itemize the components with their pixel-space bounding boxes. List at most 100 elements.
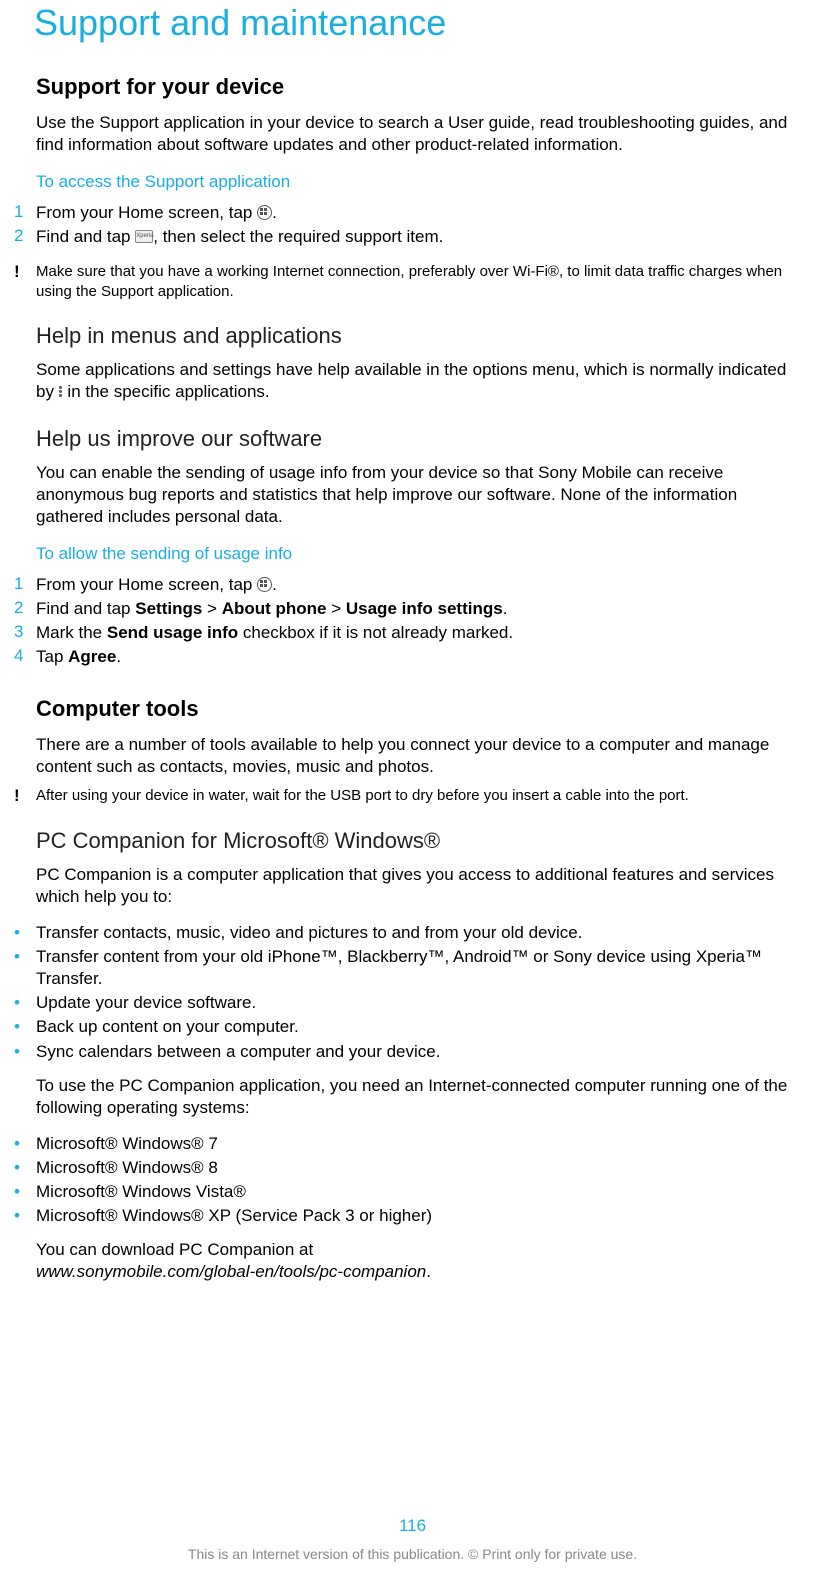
bullet-text: Microsoft® Windows® 7 xyxy=(36,1133,218,1155)
download-url: www.sonymobile.com/global-en/tools/pc-co… xyxy=(36,1262,426,1281)
footer: 116 This is an Internet version of this … xyxy=(0,1516,825,1562)
bullet-text: Sync calendars between a computer and yo… xyxy=(36,1041,440,1063)
bold-label: Send usage info xyxy=(107,623,238,642)
step-number: 2 xyxy=(14,598,36,618)
section-pc-companion: PC Companion for Microsoft® Windows® PC … xyxy=(36,828,789,1284)
step-text: From your Home screen, tap xyxy=(36,575,257,594)
apps-grid-icon xyxy=(257,577,272,592)
step-row: 1 From your Home screen, tap . xyxy=(36,574,789,596)
bullet-list: •Transfer contacts, music, video and pic… xyxy=(36,922,789,1063)
heading-support-device: Support for your device xyxy=(36,74,789,100)
bullet-text: Transfer content from your old iPhone™, … xyxy=(36,946,789,990)
bold-label: Agree xyxy=(68,647,116,666)
body-pc-companion: PC Companion is a computer application t… xyxy=(36,864,789,908)
subheading-allow-usage: To allow the sending of usage info xyxy=(36,544,789,564)
step-text: Find and tap xyxy=(36,599,135,618)
bullet-text: Microsoft® Windows® XP (Service Pack 3 o… xyxy=(36,1205,432,1227)
bullet-row: •Microsoft® Windows® XP (Service Pack 3 … xyxy=(36,1205,789,1227)
step-text: From your Home screen, tap xyxy=(36,203,257,222)
step-content: Find and tap Xperia, then select the req… xyxy=(36,226,443,248)
body-pc-companion-mid: To use the PC Companion application, you… xyxy=(36,1075,789,1119)
important-icon: ! xyxy=(14,786,36,804)
note-row: ! Make sure that you have a working Inte… xyxy=(36,262,789,301)
bullet-row: •Sync calendars between a computer and y… xyxy=(36,1041,789,1063)
bullet-dot: • xyxy=(14,946,36,968)
bullet-dot: • xyxy=(14,992,36,1014)
bullet-row: •Update your device software. xyxy=(36,992,789,1014)
step-content: From your Home screen, tap . xyxy=(36,574,277,596)
bullet-dot: • xyxy=(14,1133,36,1155)
note-row: ! After using your device in water, wait… xyxy=(36,786,789,806)
bullet-row: •Transfer contacts, music, video and pic… xyxy=(36,922,789,944)
step-number: 2 xyxy=(14,226,36,246)
subheading-access-support: To access the Support application xyxy=(36,172,789,192)
bullet-text: Back up content on your computer. xyxy=(36,1016,299,1038)
step-text: , then select the required support item. xyxy=(153,227,443,246)
body-computer-tools: There are a number of tools available to… xyxy=(36,734,789,778)
apps-grid-icon xyxy=(257,205,272,220)
bullet-dot: • xyxy=(14,922,36,944)
step-number: 4 xyxy=(14,646,36,666)
bullet-list: •Microsoft® Windows® 7•Microsoft® Window… xyxy=(36,1133,789,1227)
step-content: Tap Agree. xyxy=(36,646,121,668)
bullet-text: Transfer contacts, music, video and pict… xyxy=(36,922,582,944)
body-help-menus: Some applications and settings have help… xyxy=(36,359,789,403)
body-help-improve: You can enable the sending of usage info… xyxy=(36,462,789,528)
heading-help-improve: Help us improve our software xyxy=(36,426,789,452)
bullet-dot: • xyxy=(14,1157,36,1179)
bullet-text: Update your device software. xyxy=(36,992,256,1014)
heading-computer-tools: Computer tools xyxy=(36,696,789,722)
step-content: Find and tap Settings > About phone > Us… xyxy=(36,598,507,620)
bold-label: Usage info settings xyxy=(346,599,503,618)
section-support-device: Support for your device Use the Support … xyxy=(36,74,789,301)
step-row: 4 Tap Agree. xyxy=(36,646,789,668)
section-help-menus: Help in menus and applications Some appl… xyxy=(36,323,789,403)
important-icon: ! xyxy=(14,262,36,280)
step-row: 3 Mark the Send usage info checkbox if i… xyxy=(36,622,789,644)
bullet-dot: • xyxy=(14,1205,36,1227)
heading-pc-companion: PC Companion for Microsoft® Windows® xyxy=(36,828,789,854)
section-computer-tools: Computer tools There are a number of too… xyxy=(36,696,789,806)
step-text: checkbox if it is not already marked. xyxy=(238,623,513,642)
step-text: Find and tap xyxy=(36,227,135,246)
bullet-row: •Transfer content from your old iPhone™,… xyxy=(36,946,789,990)
text-fragment: You can download PC Companion at xyxy=(36,1240,313,1259)
heading-help-menus: Help in menus and applications xyxy=(36,323,789,349)
overflow-menu-icon xyxy=(59,385,63,398)
step-text: . xyxy=(272,575,277,594)
bullet-row: •Microsoft® Windows® 7 xyxy=(36,1133,789,1155)
bullet-row: •Back up content on your computer. xyxy=(36,1016,789,1038)
bullet-dot: • xyxy=(14,1041,36,1063)
step-row: 2 Find and tap Settings > About phone > … xyxy=(36,598,789,620)
body-support-device: Use the Support application in your devi… xyxy=(36,112,789,156)
step-row: 2 Find and tap Xperia, then select the r… xyxy=(36,226,789,248)
bullet-dot: • xyxy=(14,1016,36,1038)
bullet-text: Microsoft® Windows® 8 xyxy=(36,1157,218,1179)
download-text: You can download PC Companion at www.son… xyxy=(36,1239,789,1283)
bullet-dot: • xyxy=(14,1181,36,1203)
bullet-text: Microsoft® Windows Vista® xyxy=(36,1181,246,1203)
text-fragment: in the specific applications. xyxy=(63,382,270,401)
bold-label: Settings xyxy=(135,599,202,618)
step-text: . xyxy=(116,647,121,666)
step-text: > xyxy=(327,599,346,618)
step-text: Mark the xyxy=(36,623,107,642)
step-number: 3 xyxy=(14,622,36,642)
support-app-icon: Xperia xyxy=(135,230,153,243)
page-number: 116 xyxy=(0,1516,825,1536)
step-row: 1 From your Home screen, tap . xyxy=(36,202,789,224)
text-fragment: . xyxy=(426,1262,431,1281)
note-text: Make sure that you have a working Intern… xyxy=(36,262,789,301)
page-title: Support and maintenance xyxy=(34,2,789,44)
footer-note: This is an Internet version of this publ… xyxy=(0,1546,825,1562)
note-text: After using your device in water, wait f… xyxy=(36,786,689,806)
bullet-row: •Microsoft® Windows Vista® xyxy=(36,1181,789,1203)
step-number: 1 xyxy=(14,202,36,222)
step-text: . xyxy=(272,203,277,222)
bullet-row: •Microsoft® Windows® 8 xyxy=(36,1157,789,1179)
step-content: Mark the Send usage info checkbox if it … xyxy=(36,622,513,644)
section-help-improve: Help us improve our software You can ena… xyxy=(36,426,789,669)
step-number: 1 xyxy=(14,574,36,594)
step-text: Tap xyxy=(36,647,68,666)
step-text: > xyxy=(202,599,221,618)
